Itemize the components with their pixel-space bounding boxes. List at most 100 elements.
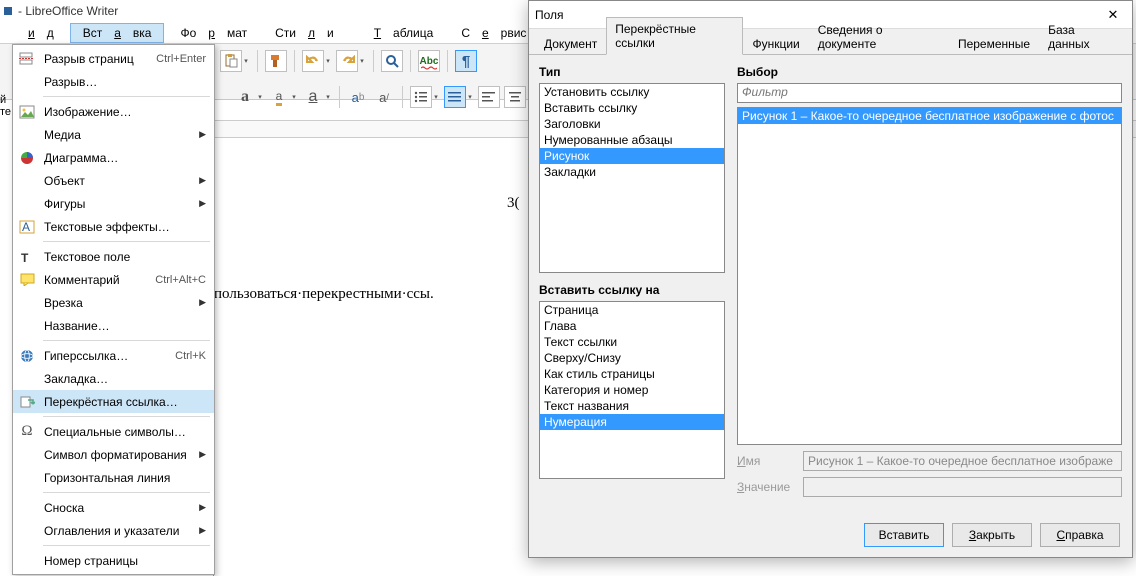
menu-item-17[interactable]: Перекрёстная ссылка…: [13, 390, 214, 413]
undo-icon[interactable]: [302, 50, 324, 72]
menu-format[interactable]: Формат: [168, 24, 259, 42]
bold-icon[interactable]: a: [234, 86, 256, 108]
menu-item-8[interactable]: AТекстовые эффекты…: [13, 215, 214, 238]
blank-icon: [17, 73, 37, 91]
list-item[interactable]: Как стиль страницы: [540, 366, 724, 382]
clone-formatting-icon[interactable]: [265, 50, 287, 72]
menu-item-7[interactable]: Фигуры▶: [13, 192, 214, 215]
menu-tools[interactable]: Сервис: [449, 24, 538, 42]
char-style2-icon[interactable]: a/: [373, 86, 395, 108]
menu-item-1[interactable]: Разрыв…: [13, 70, 214, 93]
submenu-arrow-icon: ▶: [199, 175, 206, 186]
insert-button[interactable]: Вставить: [864, 523, 944, 547]
help-button[interactable]: Справка: [1040, 523, 1120, 547]
type-listbox[interactable]: Установить ссылкуВставить ссылкуЗаголовк…: [539, 83, 725, 273]
hyperlink-icon: [17, 347, 37, 365]
number-list-icon[interactable]: [444, 86, 466, 108]
blank-icon: [17, 499, 37, 517]
align-left-icon[interactable]: [478, 86, 500, 108]
list-item[interactable]: Текст названия: [540, 398, 724, 414]
app-title: - LibreOffice Writer: [18, 4, 118, 18]
menu-item-20[interactable]: Символ форматирования▶: [13, 443, 214, 466]
paste-icon[interactable]: [220, 50, 242, 72]
menu-item-23[interactable]: Сноска▶: [13, 496, 214, 519]
menu-styles[interactable]: Стили: [263, 24, 346, 42]
menu-item-4[interactable]: Медиа▶: [13, 123, 214, 146]
list-item[interactable]: Рисунок 1 – Какое-то очередное бесплатно…: [738, 108, 1121, 124]
list-item[interactable]: Рисунок: [540, 148, 724, 164]
document-text: пользоваться·перекрестными·ссы.: [214, 286, 434, 303]
left-edge-text: й те: [0, 94, 10, 112]
value-field: [803, 477, 1122, 497]
align-center-icon[interactable]: [504, 86, 526, 108]
menu-shortcut: Ctrl+Alt+C: [155, 274, 206, 286]
menu-item-6[interactable]: Объект▶: [13, 169, 214, 192]
list-item[interactable]: Категория и номер: [540, 382, 724, 398]
menu-insert[interactable]: Вставка: [70, 23, 165, 43]
menu-item-label: Изображение…: [44, 105, 206, 119]
redo-icon[interactable]: [336, 50, 358, 72]
tab-1[interactable]: Перекрёстные ссылки: [606, 17, 743, 55]
menu-item-0[interactable]: Разрыв страницCtrl+Enter: [13, 47, 214, 70]
formatting-marks-icon[interactable]: ¶: [455, 50, 477, 72]
list-item[interactable]: Текст ссылки: [540, 334, 724, 350]
underline-icon[interactable]: a: [302, 86, 324, 108]
submenu-arrow-icon: ▶: [199, 449, 206, 460]
filter-input[interactable]: Фильтр: [737, 83, 1122, 103]
italic-icon[interactable]: a: [268, 86, 290, 108]
menu-separator: [43, 96, 210, 97]
submenu-arrow-icon: ▶: [199, 502, 206, 513]
name-label: Имя: [737, 454, 795, 468]
tab-5[interactable]: База данных: [1039, 18, 1126, 55]
menu-item-19[interactable]: ΩСпециальные символы…: [13, 420, 214, 443]
menu-separator: [43, 416, 210, 417]
dropdown-arrow-icon[interactable]: ▾: [242, 57, 250, 65]
list-item[interactable]: Сверху/Снизу: [540, 350, 724, 366]
list-item[interactable]: Закладки: [540, 164, 724, 180]
list-item[interactable]: Глава: [540, 318, 724, 334]
blank-icon: [17, 317, 37, 335]
list-item[interactable]: Нумерованные абзацы: [540, 132, 724, 148]
list-item[interactable]: Заголовки: [540, 116, 724, 132]
menu-item-16[interactable]: Закладка…: [13, 367, 214, 390]
menu-item-label: Текстовое поле: [44, 250, 206, 264]
fields-dialog: Поля ✕ ДокументПерекрёстные ссылкиФункци…: [528, 0, 1133, 558]
tab-3[interactable]: Сведения о документе: [809, 18, 949, 55]
blank-icon: [17, 446, 37, 464]
insertref-listbox[interactable]: СтраницаГлаваТекст ссылкиСверху/СнизуКак…: [539, 301, 725, 479]
blank-icon: [17, 522, 37, 540]
menu-item-label: Разрыв страниц: [44, 52, 141, 66]
menu-shortcut: Ctrl+K: [175, 350, 206, 362]
menu-item-10[interactable]: TТекстовое поле: [13, 245, 214, 268]
list-item[interactable]: Страница: [540, 302, 724, 318]
menu-item-11[interactable]: КомментарийCtrl+Alt+C: [13, 268, 214, 291]
menu-item-12[interactable]: Врезка▶: [13, 291, 214, 314]
menu-item-15[interactable]: Гиперссылка… Ctrl+K: [13, 344, 214, 367]
spellcheck-icon[interactable]: Abc: [418, 50, 440, 72]
menu-item-21[interactable]: Горизонтальная линия: [13, 466, 214, 489]
dropdown-arrow-icon[interactable]: ▾: [358, 57, 366, 65]
tab-0[interactable]: Документ: [535, 32, 606, 55]
menu-table[interactable]: Таблица: [350, 24, 446, 42]
menu-view[interactable]: ид: [4, 24, 66, 42]
tab-2[interactable]: Функции: [743, 32, 808, 55]
list-item[interactable]: Установить ссылку: [540, 84, 724, 100]
menu-item-label: Гиперссылка…: [44, 349, 160, 363]
list-item[interactable]: Нумерация: [540, 414, 724, 430]
find-icon[interactable]: [381, 50, 403, 72]
dropdown-arrow-icon[interactable]: ▾: [324, 57, 332, 65]
menu-item-5[interactable]: Диаграмма…: [13, 146, 214, 169]
char-style-icon[interactable]: ab: [347, 86, 369, 108]
tab-4[interactable]: Переменные: [949, 32, 1039, 55]
close-button[interactable]: Закрыть: [952, 523, 1032, 547]
menu-item-26[interactable]: Номер страницы: [13, 549, 214, 572]
list-item[interactable]: Вставить ссылку: [540, 100, 724, 116]
bullet-list-icon[interactable]: [410, 86, 432, 108]
menu-item-24[interactable]: Оглавления и указатели▶: [13, 519, 214, 542]
menu-item-13[interactable]: Название…: [13, 314, 214, 337]
menu-item-3[interactable]: Изображение…: [13, 100, 214, 123]
menu-separator: [43, 492, 210, 493]
menu-separator: [43, 241, 210, 242]
selection-listbox[interactable]: Рисунок 1 – Какое-то очередное бесплатно…: [737, 107, 1122, 445]
document-page[interactable]: 3( пользоваться·перекрестными·ссы.: [213, 138, 528, 576]
